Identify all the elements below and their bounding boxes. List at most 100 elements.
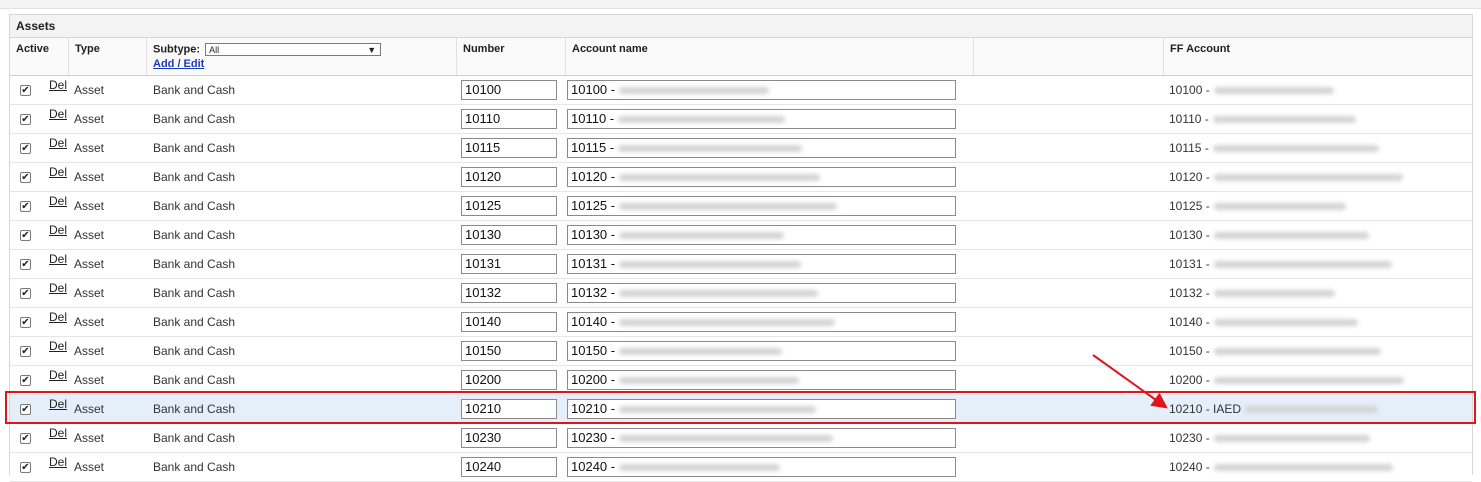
account-name-text: 10131 - bbox=[571, 256, 616, 271]
delete-link[interactable]: Del bbox=[49, 448, 67, 476]
active-checkbox[interactable]: ✔ bbox=[20, 201, 31, 212]
row-type: Asset bbox=[74, 112, 105, 126]
number-input[interactable]: 10140 bbox=[461, 312, 557, 332]
delete-link[interactable]: Del bbox=[49, 245, 67, 273]
row-subtype: Bank and Cash bbox=[153, 199, 236, 213]
header-number: Number bbox=[457, 38, 566, 75]
delete-link[interactable]: Del bbox=[49, 187, 67, 215]
account-name-input[interactable]: 10140 - bbox=[567, 312, 956, 332]
table-row[interactable]: ✔ Del Asset Bank and Cash 10230 10230 - … bbox=[10, 424, 1472, 453]
ff-account-text: 10125 - bbox=[1169, 199, 1210, 213]
table-row[interactable]: ✔ Del Asset Bank and Cash 10120 10120 - … bbox=[10, 163, 1472, 192]
ff-account-text: 10240 - bbox=[1169, 460, 1210, 474]
row-type: Asset bbox=[74, 373, 105, 387]
table-row[interactable]: ✔ Del Asset Bank and Cash 10132 10132 - … bbox=[10, 279, 1472, 308]
account-name-input[interactable]: 10230 - bbox=[567, 428, 956, 448]
number-input[interactable]: 10125 bbox=[461, 196, 557, 216]
number-input[interactable]: 10132 bbox=[461, 283, 557, 303]
number-input[interactable]: 10110 bbox=[461, 109, 557, 129]
active-checkbox[interactable]: ✔ bbox=[20, 346, 31, 357]
ff-account-text: 10140 - bbox=[1169, 315, 1210, 329]
account-name-input[interactable]: 10120 - bbox=[567, 167, 956, 187]
number-input[interactable]: 10120 bbox=[461, 167, 557, 187]
row-subtype: Bank and Cash bbox=[153, 141, 236, 155]
table-row[interactable]: ✔ Del Asset Bank and Cash 10131 10131 - … bbox=[10, 250, 1472, 279]
table-row[interactable]: ✔ Del Asset Bank and Cash 10140 10140 - … bbox=[10, 308, 1472, 337]
account-name-input[interactable]: 10200 - bbox=[567, 370, 956, 390]
account-name-input[interactable]: 10125 - bbox=[567, 196, 956, 216]
ff-account-text: 10200 - bbox=[1169, 373, 1210, 387]
delete-link[interactable]: Del bbox=[49, 390, 67, 418]
account-name-input[interactable]: 10150 - bbox=[567, 341, 956, 361]
delete-link[interactable]: Del bbox=[49, 361, 67, 389]
account-name-input[interactable]: 10130 - bbox=[567, 225, 956, 245]
delete-link[interactable]: Del bbox=[49, 332, 67, 360]
number-input[interactable]: 10100 bbox=[461, 80, 557, 100]
number-input[interactable]: 10230 bbox=[461, 428, 557, 448]
table-row[interactable]: ✔ Del Asset Bank and Cash 10110 10110 - … bbox=[10, 105, 1472, 134]
active-checkbox[interactable]: ✔ bbox=[20, 85, 31, 96]
row-type: Asset bbox=[74, 228, 105, 242]
table-row[interactable]: ✔ Del Asset Bank and Cash 10115 10115 - … bbox=[10, 134, 1472, 163]
account-name-text: 10150 - bbox=[571, 343, 616, 358]
delete-link[interactable]: Del bbox=[49, 158, 67, 186]
account-name-input[interactable]: 10132 - bbox=[567, 283, 956, 303]
account-name-text: 10140 - bbox=[571, 314, 616, 329]
account-name-input[interactable]: 10240 - bbox=[567, 457, 956, 477]
table-row[interactable]: ✔ Del Asset Bank and Cash 10200 10200 - … bbox=[10, 366, 1472, 395]
active-checkbox[interactable]: ✔ bbox=[20, 114, 31, 125]
account-name-input[interactable]: 10115 - bbox=[567, 138, 956, 158]
delete-link[interactable]: Del bbox=[49, 303, 67, 331]
active-checkbox[interactable]: ✔ bbox=[20, 172, 31, 183]
row-type: Asset bbox=[74, 402, 105, 416]
ff-account-text: 10115 - bbox=[1169, 141, 1209, 155]
number-input[interactable]: 10131 bbox=[461, 254, 557, 274]
row-type: Asset bbox=[74, 344, 105, 358]
table-row[interactable]: ✔ Del Asset Bank and Cash 10100 10100 - … bbox=[10, 76, 1472, 105]
delete-link[interactable]: Del bbox=[49, 129, 67, 157]
row-subtype: Bank and Cash bbox=[153, 170, 236, 184]
delete-link[interactable]: Del bbox=[49, 71, 67, 99]
account-name-input[interactable]: 10100 - bbox=[567, 80, 956, 100]
delete-link[interactable]: Del bbox=[49, 100, 67, 128]
active-checkbox[interactable]: ✔ bbox=[20, 433, 31, 444]
active-checkbox[interactable]: ✔ bbox=[20, 375, 31, 386]
ff-account-cell: 10150 - bbox=[1169, 337, 1381, 365]
ff-account-cell: 10131 - bbox=[1169, 250, 1392, 278]
ff-account-cell: 10130 - bbox=[1169, 221, 1369, 249]
number-input[interactable]: 10130 bbox=[461, 225, 557, 245]
add-edit-link[interactable]: Add / Edit bbox=[153, 58, 456, 70]
row-type: Asset bbox=[74, 431, 105, 445]
active-checkbox[interactable]: ✔ bbox=[20, 259, 31, 270]
account-name-input[interactable]: 10131 - bbox=[567, 254, 956, 274]
table-row[interactable]: ✔ Del Asset Bank and Cash 10210 10210 - … bbox=[10, 395, 1472, 424]
ff-account-text: 10130 - bbox=[1169, 228, 1210, 242]
subtype-select[interactable]: All ▼ bbox=[205, 43, 382, 56]
number-input[interactable]: 10115 bbox=[461, 138, 557, 158]
number-input[interactable]: 10150 bbox=[461, 341, 557, 361]
number-input[interactable]: 10200 bbox=[461, 370, 557, 390]
delete-link[interactable]: Del bbox=[49, 216, 67, 244]
account-name-input[interactable]: 10210 - bbox=[567, 399, 956, 419]
row-type: Asset bbox=[74, 257, 105, 271]
row-subtype: Bank and Cash bbox=[153, 402, 236, 416]
ff-account-cell: 10230 - bbox=[1169, 424, 1370, 452]
active-checkbox[interactable]: ✔ bbox=[20, 143, 31, 154]
ff-account-text: 10150 - bbox=[1169, 344, 1210, 358]
active-checkbox[interactable]: ✔ bbox=[20, 230, 31, 241]
account-name-text: 10120 - bbox=[571, 169, 616, 184]
table-row[interactable]: ✔ Del Asset Bank and Cash 10150 10150 - … bbox=[10, 337, 1472, 366]
ff-account-cell: 10100 - bbox=[1169, 76, 1334, 104]
row-subtype: Bank and Cash bbox=[153, 257, 236, 271]
number-input[interactable]: 10210 bbox=[461, 399, 557, 419]
delete-link[interactable]: Del bbox=[49, 419, 67, 447]
table-row[interactable]: ✔ Del Asset Bank and Cash 10130 10130 - … bbox=[10, 221, 1472, 250]
table-row[interactable]: ✔ Del Asset Bank and Cash 10240 10240 - … bbox=[10, 453, 1472, 482]
number-input[interactable]: 10240 bbox=[461, 457, 557, 477]
active-checkbox[interactable]: ✔ bbox=[20, 404, 31, 415]
active-checkbox[interactable]: ✔ bbox=[20, 288, 31, 299]
active-checkbox[interactable]: ✔ bbox=[20, 317, 31, 328]
table-row[interactable]: ✔ Del Asset Bank and Cash 10125 10125 - … bbox=[10, 192, 1472, 221]
account-name-input[interactable]: 10110 - bbox=[567, 109, 956, 129]
delete-link[interactable]: Del bbox=[49, 274, 67, 302]
